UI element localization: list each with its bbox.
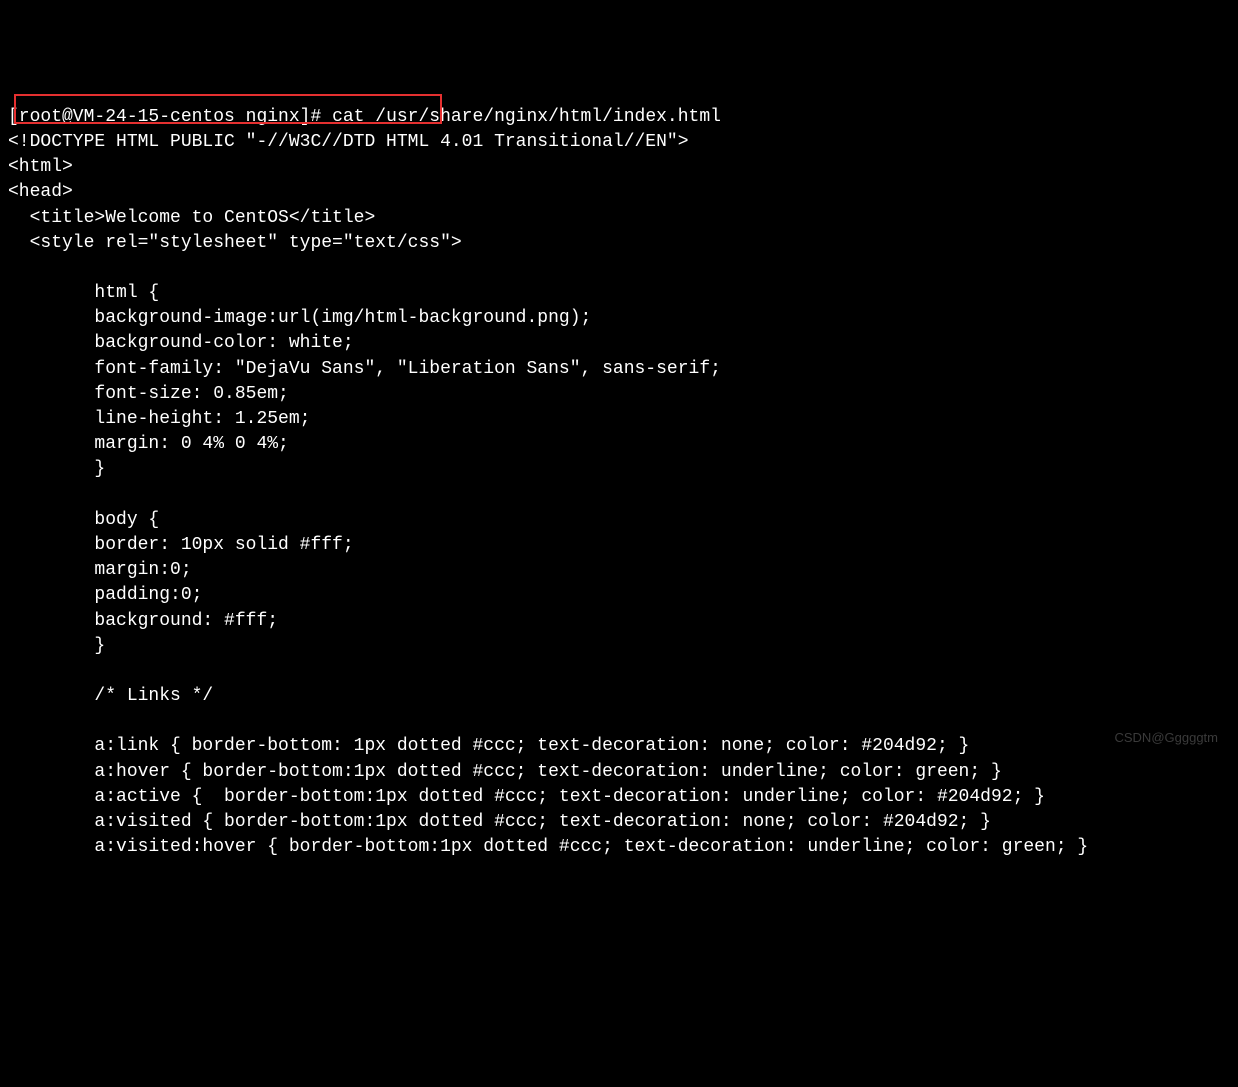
output-line: background: #fff;: [8, 609, 1230, 634]
output-line: }: [8, 634, 1230, 659]
command-text: cat /usr/share/nginx/html/index.html: [332, 107, 721, 127]
output-line: [8, 483, 1230, 508]
output-line: <!DOCTYPE HTML PUBLIC "-//W3C//DTD HTML …: [8, 130, 1230, 155]
output-line: [8, 256, 1230, 281]
shell-prompt: [root@VM-24-15-centos nginx]#: [8, 107, 332, 127]
prompt-line[interactable]: [root@VM-24-15-centos nginx]# cat /usr/s…: [8, 105, 1230, 130]
output-line: a:visited { border-bottom:1px dotted #cc…: [8, 810, 1230, 835]
output-line: <head>: [8, 180, 1230, 205]
output-line: [8, 659, 1230, 684]
output-line: html {: [8, 281, 1230, 306]
output-line: margin: 0 4% 0 4%;: [8, 432, 1230, 457]
output-line: <title>Welcome to CentOS</title>: [8, 206, 1230, 231]
output-line: a:active { border-bottom:1px dotted #ccc…: [8, 785, 1230, 810]
terminal-output[interactable]: [root@VM-24-15-centos nginx]# cat /usr/s…: [8, 105, 1230, 861]
output-line: font-size: 0.85em;: [8, 382, 1230, 407]
output-line: background-color: white;: [8, 331, 1230, 356]
output-line: line-height: 1.25em;: [8, 407, 1230, 432]
output-line: background-image:url(img/html-background…: [8, 306, 1230, 331]
output-line: body {: [8, 508, 1230, 533]
output-line: <style rel="stylesheet" type="text/css">: [8, 231, 1230, 256]
output-line: border: 10px solid #fff;: [8, 533, 1230, 558]
output-line: a:hover { border-bottom:1px dotted #ccc;…: [8, 760, 1230, 785]
output-line: /* Links */: [8, 684, 1230, 709]
output-line: <html>: [8, 155, 1230, 180]
output-line: font-family: "DejaVu Sans", "Liberation …: [8, 357, 1230, 382]
output-line: margin:0;: [8, 558, 1230, 583]
output-line: a:visited:hover { border-bottom:1px dott…: [8, 835, 1230, 860]
output-line: [8, 709, 1230, 734]
output-line: padding:0;: [8, 583, 1230, 608]
watermark-text: CSDN@Gggggtm: [1114, 729, 1218, 747]
output-line: a:link { border-bottom: 1px dotted #ccc;…: [8, 734, 1230, 759]
output-line: }: [8, 457, 1230, 482]
